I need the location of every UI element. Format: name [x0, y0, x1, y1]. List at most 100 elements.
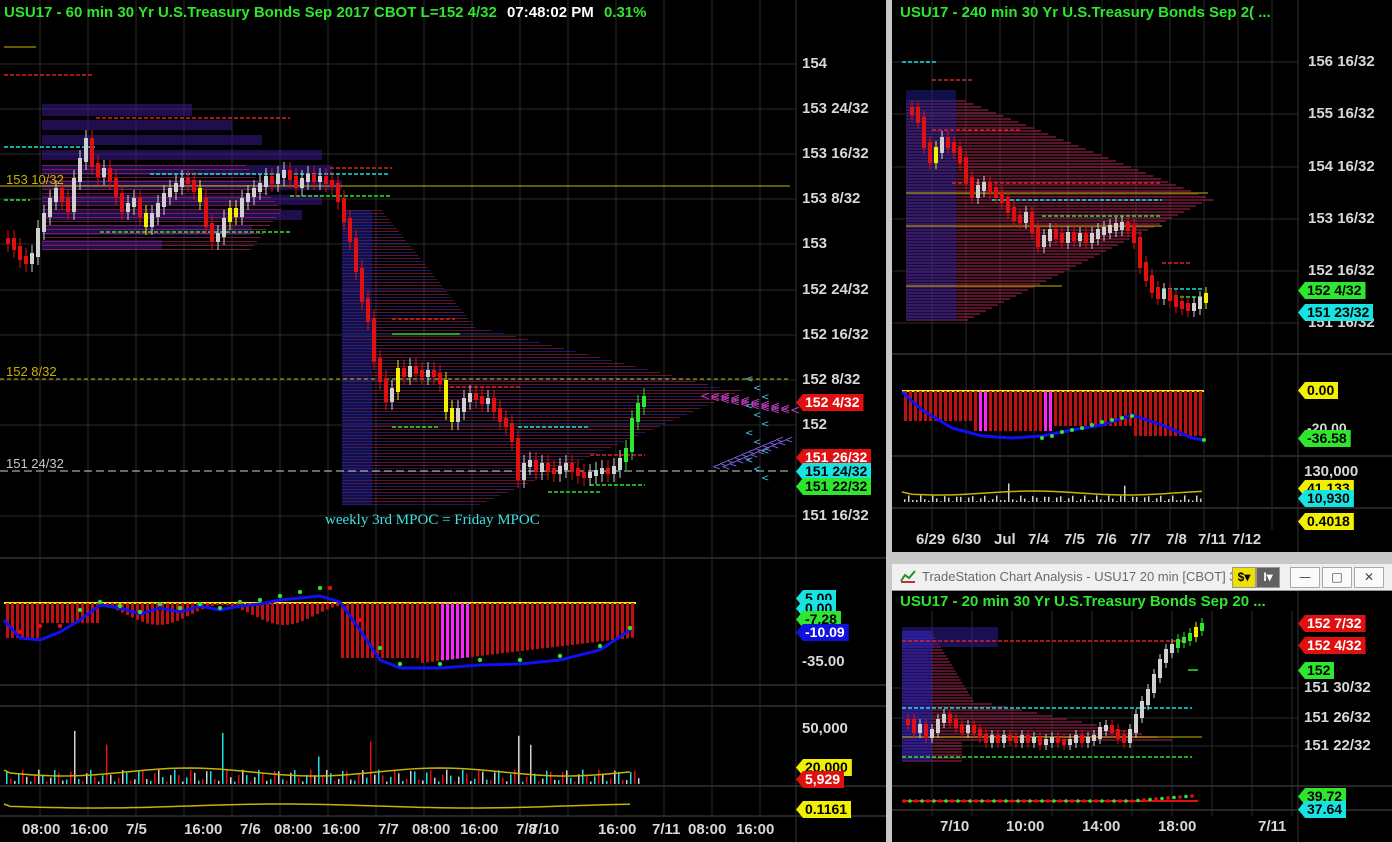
indicator-bar — [1179, 391, 1182, 436]
candle — [12, 238, 16, 250]
candle — [72, 178, 76, 212]
indicator-bar — [984, 391, 987, 431]
volume-bar — [62, 780, 64, 784]
candle — [288, 170, 292, 180]
indicator-bar — [61, 603, 64, 623]
signal-dot — [1100, 799, 1104, 803]
maximize-button[interactable]: □ — [1322, 567, 1352, 588]
indicator-bar — [566, 603, 569, 646]
signal-dot — [1060, 430, 1064, 434]
chart-annotation[interactable]: weekly 3rd MPOC = Friday MPOC — [325, 512, 540, 529]
candle — [964, 157, 968, 183]
chart-240-pane[interactable]: USU17 - 240 min 30 Yr U.S.Treasury Bonds… — [892, 0, 1392, 552]
signal-dot — [914, 799, 918, 803]
volume-bar — [574, 781, 576, 784]
volume-bar — [1012, 499, 1014, 502]
candle — [1158, 659, 1162, 678]
volume-bar — [1176, 500, 1178, 502]
window-titlebar[interactable]: TradeStation Chart Analysis - USU17 20 m… — [892, 564, 1392, 591]
candle — [300, 178, 304, 188]
candle — [456, 408, 460, 422]
candle — [222, 218, 226, 237]
time-axis-label: 08:00 — [688, 821, 727, 838]
volume-profile-line — [342, 453, 598, 454]
candle — [1200, 623, 1204, 631]
signal-dot — [627, 625, 633, 631]
volume-bar — [522, 781, 524, 784]
volume-bar — [602, 773, 604, 784]
signal-dot — [1154, 797, 1158, 801]
volume-bar — [158, 769, 160, 784]
indicator-bar — [616, 603, 619, 640]
signal-dot — [327, 585, 333, 591]
volume-bar — [30, 781, 32, 784]
candle — [228, 208, 232, 222]
candle — [624, 448, 628, 462]
volume-bar — [162, 777, 164, 784]
volume-bar — [1168, 499, 1170, 502]
profile-chevron: < — [761, 419, 769, 430]
signal-dot — [1202, 438, 1206, 442]
indicator-bar — [486, 603, 489, 656]
signal-dot — [97, 599, 103, 605]
signal-dot — [1040, 799, 1044, 803]
candle — [930, 729, 934, 738]
candle — [552, 468, 556, 474]
signal-dot — [1110, 418, 1114, 422]
minimize-button[interactable]: — — [1290, 567, 1320, 588]
dollar-dropdown-button[interactable]: $▾ — [1232, 567, 1256, 588]
signal-dot — [1172, 795, 1176, 800]
volume-bar — [470, 780, 472, 784]
volume-bar — [262, 772, 264, 784]
signal-dot — [1052, 799, 1056, 803]
time-axis-label: 7/5 — [126, 821, 147, 838]
time-axis-label: 14:00 — [1082, 818, 1121, 835]
price-axis-label: 152 16/32 — [802, 326, 869, 343]
volume-profile-line — [342, 426, 660, 427]
volume-bar — [222, 732, 224, 784]
volume-bar — [916, 500, 918, 502]
volume-bar — [486, 779, 488, 784]
candle — [480, 396, 484, 404]
volume-bar — [430, 770, 432, 784]
indicator-bar — [166, 603, 169, 625]
indicator-bar — [161, 603, 164, 625]
main-chart-pane[interactable]: <<< <<< <<< <<< <<< <<< <<< <<< << << << << << << << <<… — [0, 0, 886, 842]
candle — [1192, 303, 1196, 311]
candle — [976, 185, 980, 198]
volume-bar — [466, 773, 468, 784]
volume-bar — [996, 495, 998, 502]
volume-bar — [114, 781, 116, 784]
volume-bar — [570, 778, 572, 784]
indicator-bar — [511, 603, 514, 653]
volume-bar — [282, 779, 284, 784]
volume-bar — [1016, 500, 1018, 502]
close-button[interactable]: ✕ — [1354, 567, 1384, 588]
volume-bar — [594, 776, 596, 784]
volume-profile-line — [342, 405, 708, 406]
volume-profile-line — [42, 209, 282, 210]
candle — [180, 178, 184, 187]
signal-dot — [137, 609, 143, 615]
candle — [420, 370, 424, 377]
volume-bar — [370, 741, 372, 784]
candle — [1024, 212, 1028, 223]
volume-bar — [956, 496, 958, 502]
candle — [982, 182, 986, 191]
candle — [910, 107, 914, 115]
volume-bar — [964, 501, 966, 502]
candle — [934, 147, 938, 163]
volume-bar — [590, 781, 592, 784]
osc-value-tag: 0.1161 — [796, 801, 852, 818]
indicator-bar — [316, 603, 319, 615]
indicator-bar — [631, 603, 634, 638]
ruler-dropdown-button[interactable]: I▾ — [1256, 567, 1280, 588]
indicator-bar — [506, 603, 509, 653]
chart-20-pane[interactable]: USU17 - 20 min 30 Yr U.S.Treasury Bonds … — [892, 591, 1392, 842]
main-chart-canvas[interactable]: <<<<<<<<<<<<<<<<<<<<<<<<<<<<<<<<<<<<<<<<… — [0, 0, 886, 842]
volume-bar — [154, 773, 156, 784]
indicator-bar — [1164, 391, 1167, 436]
window-divider-h[interactable] — [892, 552, 1392, 564]
volume-bar — [190, 770, 192, 784]
indicator-bar — [1084, 391, 1087, 426]
